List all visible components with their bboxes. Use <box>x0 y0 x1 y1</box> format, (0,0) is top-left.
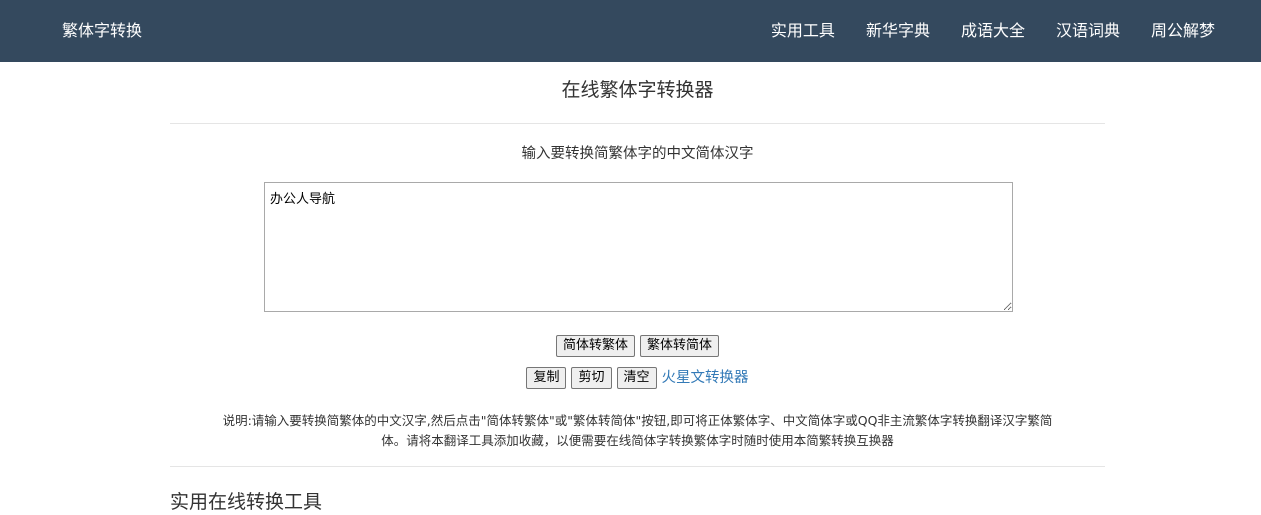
divider-top <box>170 123 1105 124</box>
edit-button-row: 复制 剪切 清空 火星文转换器 <box>170 367 1105 389</box>
mars-text-converter-link[interactable]: 火星文转换器 <box>662 368 749 388</box>
section-title: 实用在线转换工具 <box>170 491 323 513</box>
top-navbar: 繁体字转换 实用工具 新华字典 成语大全 汉语词典 周公解梦 <box>0 0 1261 62</box>
to-simplified-button[interactable]: 繁体转简体 <box>640 335 720 357</box>
divider-bottom <box>170 466 1105 467</box>
clear-button[interactable]: 清空 <box>616 367 657 389</box>
brand-link[interactable]: 繁体字转换 <box>62 20 142 42</box>
description: 说明:请输入要转换简繁体的中文汉字,然后点击"简体转繁体"或"繁体转简体"按钮,… <box>170 411 1105 451</box>
cut-button[interactable]: 剪切 <box>571 367 612 389</box>
description-line-2: 体。请将本翻译工具添加收藏，以便需要在线简体字转换繁体字时随时使用本简繁转换互换… <box>381 433 894 448</box>
convert-button-row: 简体转繁体 繁体转简体 <box>170 335 1105 357</box>
copy-button[interactable]: 复制 <box>526 367 567 389</box>
description-line-1: 说明:请输入要转换简繁体的中文汉字,然后点击"简体转繁体"或"繁体转简体"按钮,… <box>222 413 1053 428</box>
nav-item-dream-interpretation[interactable]: 周公解梦 <box>1151 20 1215 42</box>
nav-item-idioms[interactable]: 成语大全 <box>961 20 1025 42</box>
text-input[interactable]: 办公人导航 <box>264 182 1013 312</box>
to-traditional-button[interactable]: 简体转繁体 <box>555 335 635 357</box>
nav-item-dictionary[interactable]: 新华字典 <box>866 20 930 42</box>
input-instruction: 输入要转换简繁体字的中文简体汉字 <box>521 146 754 162</box>
nav-links: 实用工具 新华字典 成语大全 汉语词典 周公解梦 <box>771 20 1215 42</box>
nav-item-tools[interactable]: 实用工具 <box>771 20 835 42</box>
nav-item-word-dictionary[interactable]: 汉语词典 <box>1056 20 1120 42</box>
page-title: 在线繁体字转换器 <box>561 79 714 101</box>
